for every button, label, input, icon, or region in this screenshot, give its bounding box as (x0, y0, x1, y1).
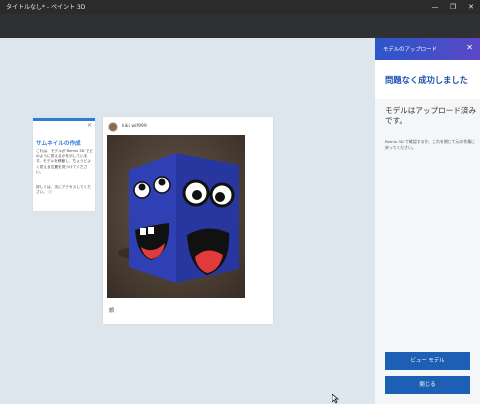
panel-header: モデルのアップロード ✕ (375, 38, 480, 60)
panel-close-icon[interactable]: ✕ (466, 43, 473, 52)
panel-note: Remix 3D で確認するか、これを閉じて元の作業に戻ってください。 (385, 139, 475, 150)
uploaded-message: モデルはアップロード済みです。 (385, 106, 477, 125)
tip-close-icon[interactable]: ✕ (87, 122, 92, 129)
thumbnail-tip-card: ✕ サムネイルの作成 これは、モデルが Remix 3D でどのように見えるかを… (33, 118, 95, 211)
window-title: タイトルなし* - ペイント 3D (6, 4, 86, 11)
model-thumbnail[interactable] (107, 135, 245, 298)
close-button[interactable]: 閉じる (385, 376, 470, 394)
username: kiki wif999 (122, 124, 147, 129)
post-preview-card: kiki wif999 顔 (103, 117, 273, 324)
success-title: 問題なく成功しました (385, 75, 468, 85)
cube-face-image (107, 135, 245, 298)
mouse-cursor-icon (332, 394, 339, 404)
upload-panel: モデルのアップロード ✕ 問題なく成功しました モデルはアップロード済みです。 … (375, 38, 480, 404)
avatar (108, 122, 118, 132)
tip-link-text[interactable]: 詳しくは、次にアクセスしてください。 ⓘ (36, 185, 94, 195)
tip-body: これは、モデルが Remix 3D でどのように見えるかを示しています。モデルを… (36, 149, 94, 174)
panel-title: モデルのアップロード (383, 47, 437, 53)
tip-title: サムネイルの作成 (36, 141, 81, 147)
close-window-button[interactable]: ✕ (460, 0, 480, 14)
toolbar (0, 14, 480, 38)
success-box: 問題なく成功しました (375, 60, 480, 99)
post-caption: 顔 (109, 308, 115, 314)
title-bar: タイトルなし* - ペイント 3D — ❐ ✕ (0, 0, 480, 14)
view-model-button[interactable]: ビュー モデル (385, 352, 470, 370)
